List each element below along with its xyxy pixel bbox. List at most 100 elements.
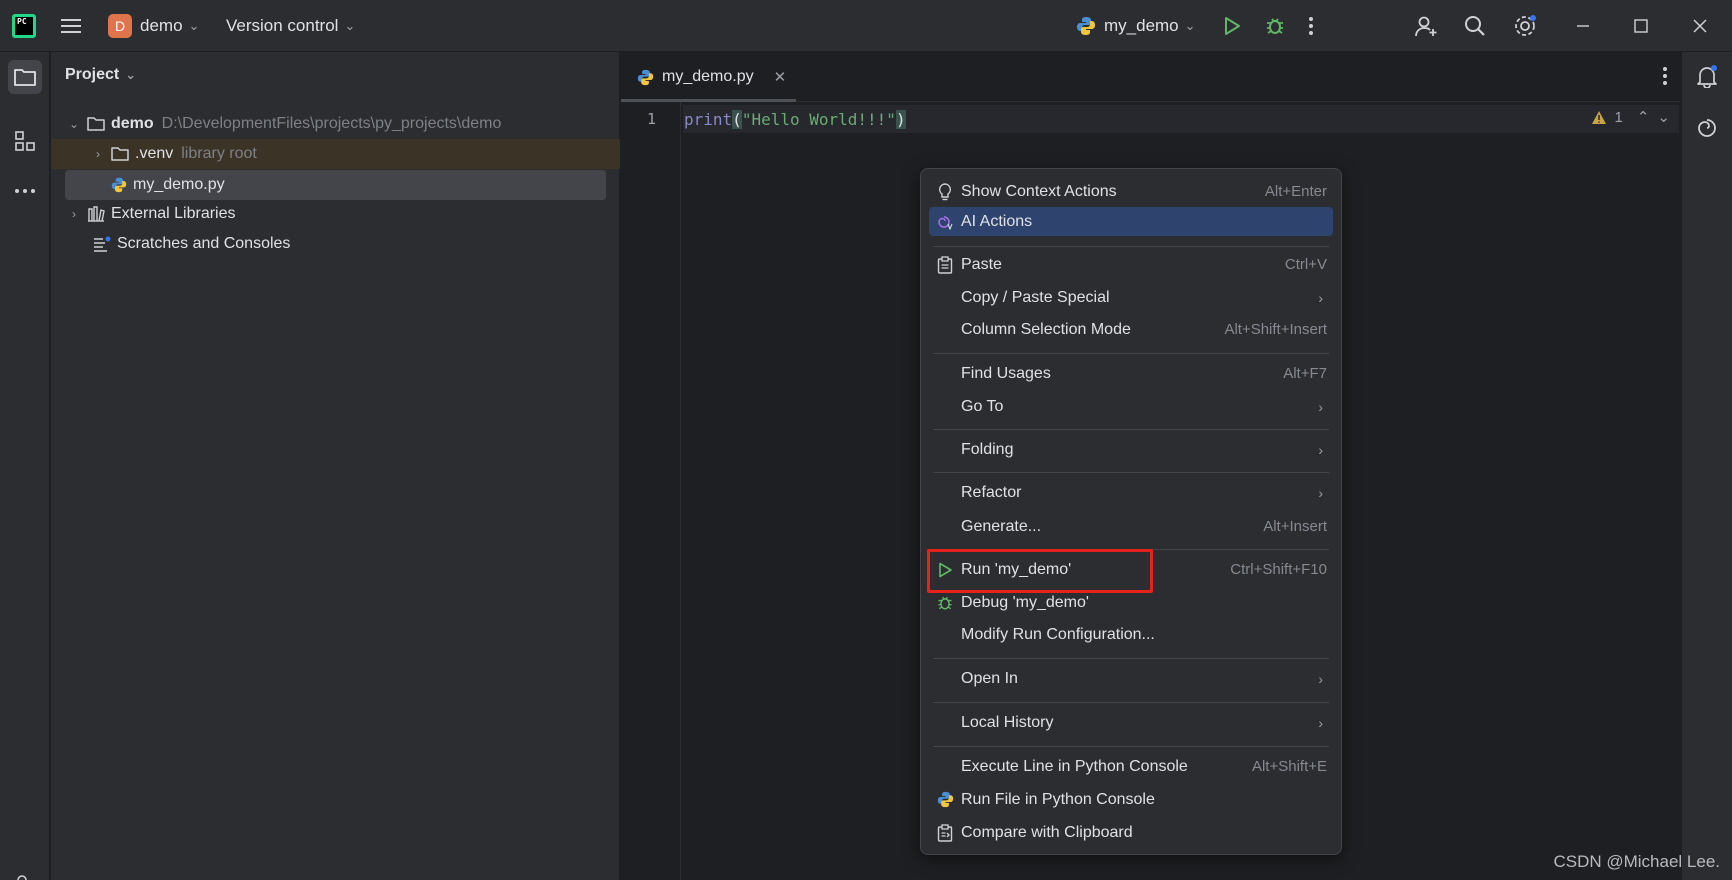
clipboard-icon (929, 255, 961, 274)
warning-count: 1 (1614, 108, 1623, 126)
menu-item-find-usages[interactable]: Find Usages Alt+F7 (929, 359, 1333, 388)
run-config-selector[interactable]: my_demo ⌄ (1076, 0, 1196, 52)
menu-separator (933, 658, 1329, 659)
run-icon (1222, 16, 1242, 36)
menu-separator (933, 353, 1329, 354)
search-button[interactable] (1464, 0, 1486, 52)
chevron-down-icon: ⌄ (344, 18, 356, 33)
inspection-widget[interactable]: 1 ⌃ ⌄ (1591, 108, 1670, 126)
add-user-icon (1414, 14, 1438, 38)
tree-item-external-libraries[interactable]: › External Libraries (51, 199, 620, 229)
editor-tab-my-demo[interactable]: my_demo.py ✕ (637, 52, 786, 102)
minimize-icon (1576, 19, 1590, 33)
menu-label: Refactor (961, 483, 1022, 501)
main-menu-button[interactable] (60, 0, 82, 52)
menu-item-column-selection-mode[interactable]: Column Selection Mode Alt+Shift+Insert (929, 315, 1333, 344)
menu-shortcut: Alt+Shift+Insert (1224, 321, 1327, 338)
python-file-icon (637, 69, 654, 86)
venv-hint: library root (181, 145, 257, 162)
chevron-right-icon[interactable]: › (91, 147, 105, 161)
tree-item-venv[interactable]: › .venv library root (51, 139, 620, 169)
more-vertical-icon (1662, 66, 1668, 86)
chevron-right-icon[interactable]: › (67, 207, 81, 221)
menu-item-folding[interactable]: Folding › (929, 435, 1333, 464)
more-horizontal-icon (14, 188, 36, 194)
python-icon (1076, 16, 1096, 36)
project-name: demo (140, 16, 183, 35)
library-icon (87, 206, 105, 222)
more-tools-button[interactable] (8, 174, 42, 208)
bug-icon (1264, 15, 1286, 37)
menu-item-go-to[interactable]: Go To › (929, 392, 1333, 421)
tree-root-demo[interactable]: ⌄ demo D:\DevelopmentFiles\projects\py_p… (51, 109, 620, 139)
menu-item-copy-paste-special[interactable]: Copy / Paste Special › (929, 283, 1333, 312)
menu-item-run-file-in-console[interactable]: Run File in Python Console (929, 785, 1333, 814)
menu-shortcut: Ctrl+V (1284, 256, 1327, 273)
folder-icon (111, 146, 129, 162)
menu-item-refactor[interactable]: Refactor › (929, 478, 1333, 507)
structure-tool-button[interactable] (8, 124, 42, 158)
root-folder-name: demo (111, 115, 154, 132)
menu-label: Paste (961, 255, 1002, 273)
code-paren-close: ) (895, 110, 906, 129)
project-switcher[interactable]: D demo ⌄ (108, 0, 199, 52)
chevron-right-icon: › (1318, 398, 1323, 415)
maximize-button[interactable] (1634, 0, 1648, 52)
code-line-1[interactable]: print("Hello World!!!") (684, 110, 906, 129)
python-icon (929, 791, 961, 808)
menu-item-generate[interactable]: Generate... Alt+Insert (929, 512, 1333, 541)
chevron-down-icon[interactable]: ⌄ (67, 117, 81, 131)
menu-item-ai-actions[interactable]: AI Actions (929, 207, 1333, 236)
menu-item-local-history[interactable]: Local History › (929, 708, 1333, 737)
folder-icon (14, 67, 36, 87)
menu-label: AI Actions (961, 212, 1033, 230)
chevron-up-icon[interactable]: ⌃ (1637, 108, 1650, 126)
debug-button[interactable] (1264, 0, 1286, 52)
bug-icon (929, 594, 961, 612)
more-actions-button[interactable] (1308, 0, 1314, 52)
menu-item-show-context-actions[interactable]: Show Context Actions Alt+Enter (929, 177, 1333, 206)
editor-context-menu: Show Context Actions Alt+Enter AI Action… (920, 168, 1342, 855)
menu-item-execute-line[interactable]: Execute Line in Python Console Alt+Shift… (929, 752, 1333, 781)
gear-icon (1513, 14, 1537, 38)
ai-assistant-button[interactable] (1695, 116, 1719, 140)
minimize-button[interactable] (1576, 0, 1590, 52)
menu-label: Show Context Actions (961, 182, 1117, 200)
editor-options-button[interactable] (1662, 66, 1668, 86)
hamburger-icon (60, 17, 82, 35)
notifications-button[interactable] (1695, 64, 1719, 88)
menu-item-compare-with-clipboard[interactable]: Compare with Clipboard (929, 818, 1333, 847)
project-tool-button[interactable] (8, 60, 42, 94)
tree-item-my-demo-py[interactable]: my_demo.py (65, 170, 606, 200)
root-folder-path: D:\DevelopmentFiles\projects\py_projects… (161, 115, 502, 132)
chevron-right-icon: › (1318, 441, 1323, 458)
plugins-tool-button[interactable] (8, 864, 42, 880)
close-icon[interactable]: ✕ (774, 68, 787, 86)
project-panel-header[interactable]: Project ⌄ (65, 66, 136, 84)
chevron-down-icon[interactable]: ⌄ (1657, 108, 1670, 126)
chevron-right-icon: › (1318, 484, 1323, 501)
more-vertical-icon (1308, 16, 1314, 36)
plugin-icon (14, 874, 36, 880)
menu-item-modify-run-configuration[interactable]: Modify Run Configuration... (929, 620, 1333, 649)
menu-shortcut: Ctrl+Shift+F10 (1230, 561, 1327, 578)
code-with-me-button[interactable] (1414, 0, 1438, 52)
vcs-menu[interactable]: Version control ⌄ (226, 0, 355, 52)
ai-spiral-icon (1695, 116, 1719, 140)
menu-label: Folding (961, 440, 1014, 458)
chevron-right-icon: › (1318, 670, 1323, 687)
search-icon (1464, 15, 1486, 37)
menu-label: Debug 'my_demo' (961, 593, 1089, 611)
menu-label: Execute Line in Python Console (961, 757, 1188, 775)
external-libraries-label: External Libraries (111, 205, 236, 222)
menu-item-paste[interactable]: Paste Ctrl+V (929, 250, 1333, 279)
menu-item-open-in[interactable]: Open In › (929, 664, 1333, 693)
right-tool-stripe (1681, 52, 1732, 880)
menu-separator (933, 702, 1329, 703)
settings-button[interactable] (1513, 0, 1537, 52)
menu-label: Local History (961, 713, 1054, 731)
close-window-button[interactable] (1693, 0, 1707, 52)
pycharm-logo[interactable]: PC (12, 14, 36, 38)
tree-item-scratches[interactable]: Scratches and Consoles (51, 229, 620, 259)
run-button[interactable] (1222, 0, 1242, 52)
